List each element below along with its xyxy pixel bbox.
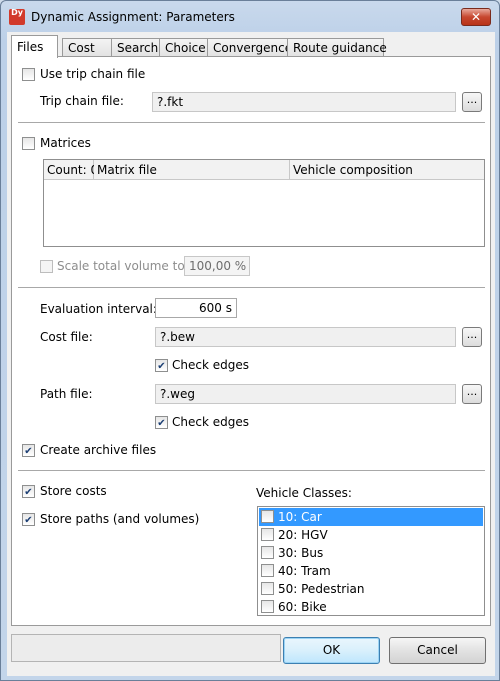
ok-button[interactable]: OK [283, 637, 380, 664]
tab-route-guidance[interactable]: Route guidance [287, 38, 387, 57]
vehicle-class-checkbox[interactable] [261, 510, 274, 523]
create-archive-checkbox[interactable] [22, 444, 35, 457]
matrix-table[interactable]: Count: 0 Matrix file Vehicle composition [43, 159, 485, 247]
vehicle-class-label: 30: Bus [278, 546, 324, 560]
vehicle-classes-label: Vehicle Classes: [256, 486, 352, 500]
vehicle-class-item[interactable]: 30: Bus [259, 544, 483, 562]
vehicle-class-label: 40: Tram [278, 564, 331, 578]
vehicle-class-checkbox[interactable] [261, 582, 274, 595]
scale-volume-label: Scale total volume to [57, 259, 185, 273]
trip-chain-browse-button[interactable]: ... [462, 92, 482, 112]
tab-search[interactable]: Search [111, 38, 160, 57]
cost-file-input[interactable]: ?.bew [155, 327, 456, 347]
matrices-label: Matrices [40, 136, 91, 150]
dialog-window: Dy Dynamic Assignment: Parameters ✕ File… [0, 0, 500, 681]
dialog-client: Files Cost Search Choice Convergence Rou… [7, 32, 495, 676]
trip-chain-file-label: Trip chain file: [40, 94, 124, 108]
vehicle-class-item[interactable]: 40: Tram [259, 562, 483, 580]
vehicle-class-label: 20: HGV [278, 528, 328, 542]
title-bar[interactable]: Dy Dynamic Assignment: Parameters ✕ [1, 1, 499, 33]
evaluation-interval-label: Evaluation interval: [40, 302, 157, 316]
vehicle-class-label: 50: Pedestrian [278, 582, 365, 596]
store-paths-checkbox[interactable] [22, 513, 35, 526]
matrix-table-header-composition[interactable]: Vehicle composition [290, 160, 484, 180]
window-title: Dynamic Assignment: Parameters [31, 10, 235, 24]
vehicle-class-checkbox[interactable] [261, 600, 274, 613]
cost-check-edges-label: Check edges [172, 358, 249, 372]
path-file-input[interactable]: ?.weg [155, 384, 456, 404]
store-costs-label: Store costs [40, 484, 107, 498]
status-area [11, 634, 281, 662]
matrices-checkbox[interactable] [22, 137, 35, 150]
cost-file-browse-button[interactable]: ... [462, 327, 482, 347]
tab-cost[interactable]: Cost [62, 38, 112, 57]
create-archive-label: Create archive files [40, 443, 157, 457]
vehicle-class-item[interactable]: 50: Pedestrian [259, 580, 483, 598]
cancel-button[interactable]: Cancel [389, 637, 486, 664]
vehicle-class-checkbox[interactable] [261, 546, 274, 559]
vehicle-class-checkbox[interactable] [261, 528, 274, 541]
cost-file-label: Cost file: [40, 330, 93, 344]
vehicle-class-label: 10: Car [278, 510, 322, 524]
use-trip-chain-label: Use trip chain file [40, 67, 146, 81]
vehicle-class-item[interactable]: 10: Car [259, 508, 483, 526]
vehicle-class-item[interactable]: 20: HGV [259, 526, 483, 544]
vehicle-classes-list[interactable]: 10: Car 20: HGV 30: Bus 40: Tram 50: Ped… [257, 506, 485, 616]
store-paths-label: Store paths (and volumes) [40, 512, 200, 526]
cost-check-edges-checkbox[interactable] [155, 359, 168, 372]
files-panel: Use trip chain file Trip chain file: ?.f… [11, 56, 491, 626]
use-trip-chain-checkbox[interactable] [22, 68, 35, 81]
vehicle-class-checkbox[interactable] [261, 564, 274, 577]
path-file-browse-button[interactable]: ... [462, 384, 482, 404]
scale-volume-input[interactable]: 100,00 % [184, 256, 250, 276]
close-button[interactable]: ✕ [461, 8, 491, 26]
path-check-edges-checkbox[interactable] [155, 416, 168, 429]
separator [18, 122, 485, 123]
path-check-edges-label: Check edges [172, 415, 249, 429]
separator [18, 470, 485, 471]
matrix-table-header-count[interactable]: Count: 0 [44, 160, 98, 180]
vehicle-class-label: 60: Bike [278, 600, 327, 614]
path-file-label: Path file: [40, 387, 93, 401]
vehicle-class-item[interactable]: 60: Bike [259, 598, 483, 615]
store-costs-checkbox[interactable] [22, 485, 35, 498]
matrix-table-header-file[interactable]: Matrix file [94, 160, 290, 180]
tab-files[interactable]: Files [11, 35, 58, 58]
app-icon: Dy [9, 9, 25, 25]
tab-convergence[interactable]: Convergence [207, 38, 292, 57]
trip-chain-file-input[interactable]: ?.fkt [152, 92, 456, 112]
tab-choice[interactable]: Choice [159, 38, 208, 57]
separator [18, 287, 485, 288]
evaluation-interval-input[interactable]: 600 s [155, 298, 237, 318]
scale-volume-checkbox[interactable] [40, 260, 53, 273]
